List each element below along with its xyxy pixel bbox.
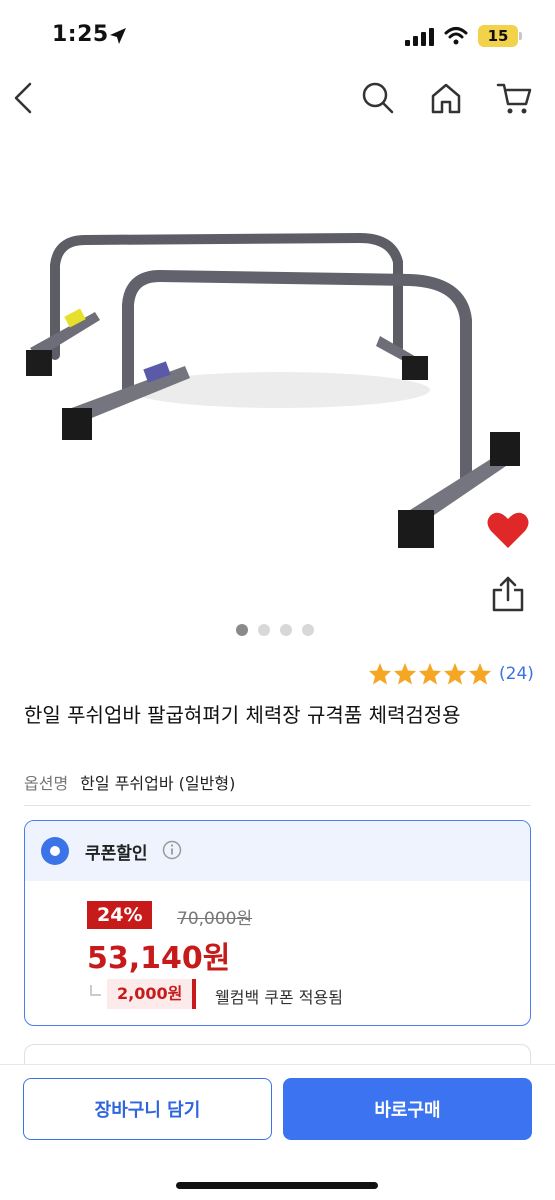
carousel-dot-active[interactable]: [236, 624, 248, 636]
star-icon: [469, 663, 491, 685]
share-icon[interactable]: [488, 574, 528, 614]
coupon-description: 웰컴백 쿠폰 적용됨: [215, 988, 343, 1007]
option-value: 한일 푸쉬업바 (일반형): [80, 774, 236, 793]
discount-badge: 24%: [87, 901, 153, 929]
option-label: 옵션명: [24, 774, 69, 793]
back-button[interactable]: [4, 78, 44, 118]
divider: [24, 805, 531, 806]
buy-now-button[interactable]: 바로구매: [283, 1078, 532, 1140]
carousel-dot[interactable]: [280, 624, 292, 636]
carousel-dots[interactable]: [236, 624, 314, 636]
radio-selected[interactable]: [41, 837, 69, 865]
star-icon: [369, 663, 391, 685]
add-to-cart-button[interactable]: 장바구니 담기: [23, 1078, 272, 1140]
location-arrow-icon: [110, 28, 126, 44]
corner-arrow-icon: [90, 985, 101, 996]
chevron-left-icon: [14, 82, 32, 114]
coupon-discount-option[interactable]: 쿠폰할인 24% 70,000원 53,140원 2,000원 웰컴백 쿠폰 적…: [24, 820, 531, 1026]
rating[interactable]: (24): [368, 660, 534, 688]
app-header: [0, 72, 555, 128]
home-indicator[interactable]: [176, 1182, 378, 1189]
bottom-action-bar: 장바구니 담기 바로구매: [0, 1064, 555, 1200]
option-row: 옵션명 한일 푸쉬업바 (일반형): [24, 770, 235, 794]
wifi-icon: [444, 27, 468, 45]
carousel-dot[interactable]: [302, 624, 314, 636]
search-icon: [362, 82, 394, 114]
star-icon: [444, 663, 466, 685]
status-bar: 1:25 15: [0, 0, 555, 70]
info-icon[interactable]: [162, 840, 182, 860]
home-icon: [431, 83, 461, 114]
home-button[interactable]: [426, 78, 466, 118]
star-icon: [419, 663, 441, 685]
battery-nub: [519, 32, 522, 40]
product-title: 한일 푸쉬업바 팔굽혀펴기 체력장 규격품 체력검정용: [24, 703, 461, 727]
star-icon: [394, 663, 416, 685]
cellular-signal-icon: [405, 28, 434, 46]
cart-button[interactable]: [494, 78, 534, 118]
search-button[interactable]: [358, 78, 398, 118]
product-image[interactable]: [0, 170, 555, 610]
coupon-amount-badge: 2,000원: [107, 979, 197, 1009]
cart-icon: [496, 83, 532, 114]
battery-level: 15: [487, 27, 509, 45]
final-price: 53,140원: [87, 941, 231, 976]
review-count[interactable]: (24): [499, 664, 534, 684]
status-time: 1:25: [52, 22, 109, 47]
carousel-dot[interactable]: [258, 624, 270, 636]
heart-icon[interactable]: [486, 510, 530, 550]
original-price: 70,000원: [177, 909, 253, 929]
coupon-label: 쿠폰할인: [85, 844, 148, 864]
coupon-header: 쿠폰할인: [25, 821, 530, 881]
